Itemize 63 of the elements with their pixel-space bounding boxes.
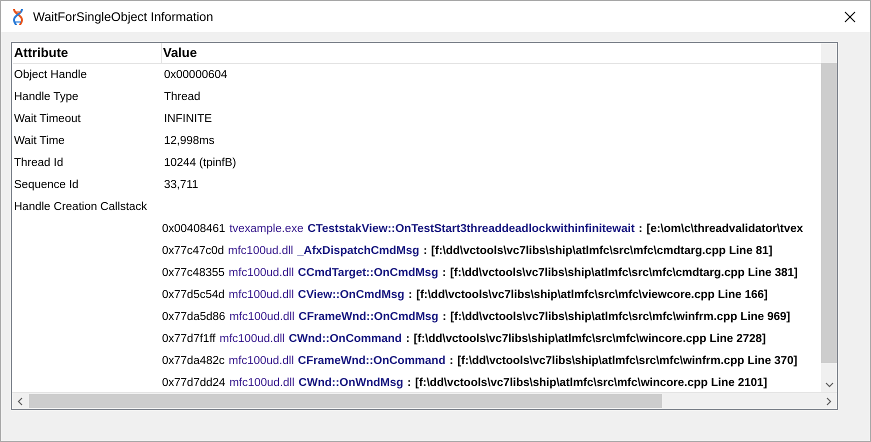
frame-separator: : [406,333,410,345]
frame-address: 0x77c47c0d [162,245,224,257]
frame-module: tvexample.exe [229,223,304,235]
frame-location: [e:\om\c\threadvalidator\tvex [646,223,804,235]
frame-module: mfc100ud.dll [228,289,294,301]
frame-module: mfc100ud.dll [229,311,295,323]
frame-location: [f:\dd\vctools\vc7libs\ship\atlmfc\src\mfc\cmdtarg.cpp Line 81] [431,245,772,257]
frame-function: CWnd::OnCommand [288,333,402,345]
frame-location: [f:\dd\vctools\vc7libs\ship\atlmfc\src\mfc\winfrm.cpp Line 370] [457,355,798,367]
value-cell: INFINITE [163,113,212,125]
frame-function: CTeststakView::OnTestStart3threaddeadlockwithinfinitewait [307,223,635,235]
frame-location: [f:\dd\vctools\vc7libs\ship\atlmfc\src\mfc\winfrm.cpp Line 969] [450,311,790,323]
scroll-right-icon[interactable] [826,396,832,406]
frame-location: [f:\dd\vctools\vc7libs\ship\atlmfc\src\mfc\cmdtarg.cpp Line 381] [450,267,798,279]
frame-separator: : [423,245,428,257]
column-header[interactable]: Attribute [13,43,162,63]
scroll-left-icon[interactable] [17,396,23,406]
frame-location: [f:\dd\vctools\vc7libs\ship\atlmfc\src\mfc\viewcore.cpp Line 166] [416,289,768,301]
frame-address: 0x77d5c54d [162,289,225,301]
dna-icon [11,8,25,26]
attribute-cell-text: Handle Creation Callstack [13,201,148,213]
frame-function: CWnd::OnWndMsg [298,377,404,389]
attribute-cell-text: Sequence Id [13,179,80,191]
frame-function: _AfxDispatchCmdMsg [297,245,420,257]
frame-function: CCmdTarget::OnCmdMsg [298,267,438,279]
frame-location: [f:\dd\vctools\vc7libs\ship\atlmfc\src\mfc\wincore.cpp Line 2728] [414,333,766,345]
frame-separator: : [407,377,412,389]
value-cell: 10244 (tpinfB) [163,157,236,169]
attribute-cell-text: Handle Type [13,91,80,103]
frame-function: CView::OnCmdMsg [298,289,404,301]
frame-separator: : [442,267,446,279]
value-cell: Thread [163,91,200,103]
frame-function: CFrameWnd::OnCommand [298,355,446,367]
close-icon[interactable] [844,10,856,22]
value-cell: 12,998ms [163,135,215,147]
value-cell: 33,711 [163,179,198,191]
frame-module: mfc100ud.dll [228,245,294,257]
frame-module: mfc100ud.dll [228,355,294,367]
frame-address: 0x77da5d86 [162,311,226,323]
frame-address: 0x77c48355 [162,267,225,279]
column-header[interactable]: Value [162,43,197,63]
frame-separator: : [638,223,642,235]
frame-separator: : [442,311,446,323]
frame-address: 0x77d7f1ff [162,333,216,345]
frame-separator: : [449,355,454,367]
frame-location: [f:\dd\vctools\vc7libs\ship\atlmfc\src\mfc\wincore.cpp Line 2101] [415,377,768,389]
attribute-cell-text: Object Handle [13,69,88,81]
frame-module: mfc100ud.dll [229,377,295,389]
frame-address: 0x77d7dd24 [162,377,226,389]
frame-address: 0x77da482c [162,355,225,367]
attribute-cell-text: Wait Time [13,135,66,147]
frame-separator: : [408,289,412,301]
frame-address: 0x00408461 [162,223,226,235]
frame-function: CFrameWnd::OnCmdMsg [298,311,438,323]
vertical-scrollbar[interactable] [821,43,837,392]
frame-module: mfc100ud.dll [220,333,285,345]
attribute-cell-text: Wait Timeout [13,113,82,125]
horizontal-scrollbar[interactable] [12,392,837,409]
scroll-down-icon[interactable] [824,382,834,388]
frame-module: mfc100ud.dll [228,267,294,279]
value-cell: 0x00000604 [163,69,228,81]
window-title: WaitForSingleObject Information [33,10,214,24]
attribute-cell-text: Thread Id [13,157,64,169]
